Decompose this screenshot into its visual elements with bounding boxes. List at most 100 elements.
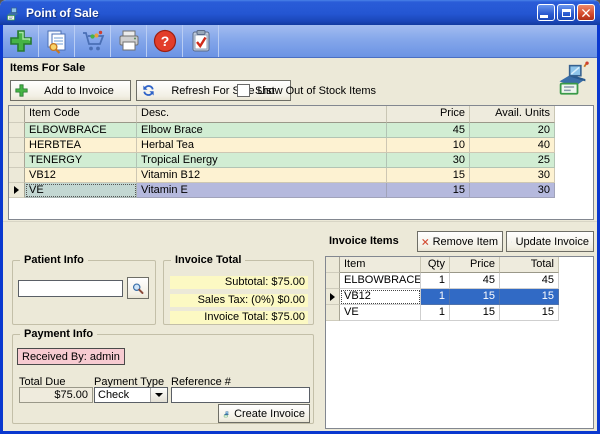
current-row-arrow-icon	[330, 293, 335, 301]
pos-terminal-icon	[554, 60, 592, 99]
table-row-selected[interactable]: VE Vitamin E 15 30	[9, 183, 593, 198]
invoice-total-value: Invoice Total: $75.00	[170, 311, 308, 324]
toolbar-browse-items-button[interactable]	[39, 25, 75, 57]
maximize-icon	[562, 9, 571, 17]
toolbar-help-button[interactable]: ?	[147, 25, 183, 57]
col-qty: Qty	[421, 257, 450, 273]
items-for-sale-table: Item Code Desc. Price Avail. Units ELBOW…	[8, 105, 594, 220]
show-out-of-stock-label: Show Out of Stock Items	[255, 85, 376, 97]
remove-item-label: Remove Item	[433, 236, 498, 248]
create-invoice-label: Create Invoice	[234, 408, 305, 420]
invoice-items-title: Invoice Items	[329, 235, 399, 247]
add-to-invoice-button[interactable]: Add to Invoice	[10, 80, 131, 101]
invoice-items-table: Item Qty Price Total ELBOWBRACE 1 45 45 …	[325, 256, 594, 429]
patient-info-title: Patient Info	[20, 254, 88, 266]
cell-item-code: TENERGY	[25, 153, 137, 168]
minimize-button[interactable]	[537, 4, 555, 21]
table-row[interactable]: TENERGY Tropical Energy 30 25	[9, 153, 593, 168]
shopping-cart-icon	[80, 28, 106, 54]
payment-type-value: Check	[95, 388, 150, 402]
header-selector-cell	[9, 106, 25, 123]
total-due-field: $75.00	[19, 387, 93, 403]
cell-desc: Herbal Tea	[137, 138, 387, 153]
cell-desc: Elbow Brace	[137, 123, 387, 138]
add-icon	[8, 28, 34, 54]
table-row[interactable]: ELBOWBRACE Elbow Brace 45 20	[9, 123, 593, 138]
invoice-total-title: Invoice Total	[171, 254, 245, 266]
cell-item: ELBOWBRACE	[340, 273, 421, 289]
help-icon: ?	[152, 28, 178, 54]
patient-search-button[interactable]	[127, 277, 149, 299]
col-desc: Desc.	[137, 106, 387, 123]
cell-price: 15	[450, 289, 500, 305]
header-selector-cell	[326, 257, 340, 273]
remove-item-button[interactable]: Remove Item	[417, 231, 503, 252]
cell-qty: 1	[421, 273, 450, 289]
toolbar-add-button[interactable]	[3, 25, 39, 57]
update-invoice-label: Update Invoice	[516, 236, 589, 248]
update-invoice-button[interactable]: Update Invoice	[506, 231, 594, 252]
cell-units: 30	[470, 168, 555, 183]
row-selector	[9, 138, 25, 153]
received-by-badge: Received By: admin	[17, 348, 125, 365]
cell-item-code: ELBOWBRACE	[25, 123, 137, 138]
row-selector	[9, 153, 25, 168]
cell-item-code: VE	[25, 183, 137, 198]
payment-type-select[interactable]: Check	[94, 387, 168, 403]
maximize-button[interactable]	[557, 4, 575, 21]
items-table-header: Item Code Desc. Price Avail. Units	[9, 106, 593, 123]
add-to-invoice-label: Add to Invoice	[32, 85, 126, 97]
row-selector	[9, 183, 25, 198]
window-controls	[537, 4, 595, 21]
pos-terminal-icon	[223, 407, 230, 421]
clipboard-check-icon	[188, 28, 214, 54]
title-bar: Point of Sale	[0, 0, 600, 25]
reference-input[interactable]	[171, 387, 310, 403]
invoice-row[interactable]: VE 1 15 15	[326, 305, 593, 321]
cell-total: 15	[500, 305, 559, 321]
cell-item-code: HERBTEA	[25, 138, 137, 153]
col-price: Price	[450, 257, 500, 273]
col-avail-units: Avail. Units	[470, 106, 555, 123]
table-row[interactable]: HERBTEA Herbal Tea 10 40	[9, 138, 593, 153]
cell-units: 40	[470, 138, 555, 153]
cell-total: 45	[500, 273, 559, 289]
invoice-row[interactable]: ELBOWBRACE 1 45 45	[326, 273, 593, 289]
close-button[interactable]	[577, 4, 595, 21]
row-selector	[9, 168, 25, 183]
patient-search-input[interactable]	[18, 280, 123, 297]
create-invoice-button[interactable]: Create Invoice	[218, 404, 310, 423]
row-selector	[326, 273, 340, 289]
cell-item-code: VB12	[25, 168, 137, 183]
chevron-down-icon	[155, 393, 163, 397]
toolbar-tasks-button[interactable]	[183, 25, 219, 57]
col-total: Total	[500, 257, 559, 273]
toolbar-cart-button[interactable]	[75, 25, 111, 57]
printer-icon	[116, 28, 142, 54]
app-icon	[5, 5, 21, 21]
cell-price: 15	[387, 168, 470, 183]
invoice-row-selected[interactable]: VB12 1 15 15	[326, 289, 593, 305]
cell-desc: Vitamin B12	[137, 168, 387, 183]
cell-total: 15	[500, 289, 559, 305]
cell-price: 45	[450, 273, 500, 289]
patient-info-group: Patient Info	[12, 260, 156, 325]
cell-price: 30	[387, 153, 470, 168]
window-border-left	[0, 25, 3, 434]
col-item: Item	[340, 257, 421, 273]
cell-price: 10	[387, 138, 470, 153]
table-row[interactable]: VB12 Vitamin B12 15 30	[9, 168, 593, 183]
payment-type-dropdown-button	[150, 388, 167, 402]
cell-units: 25	[470, 153, 555, 168]
cell-qty: 1	[421, 305, 450, 321]
payment-info-group: Payment Info Received By: admin Total Du…	[12, 334, 314, 424]
current-row-arrow-icon	[14, 186, 19, 194]
browse-documents-icon	[44, 28, 70, 54]
show-out-of-stock-checkbox[interactable]	[237, 84, 250, 97]
minimize-icon	[540, 15, 548, 18]
cell-desc: Vitamin E	[137, 183, 387, 198]
refresh-icon	[511, 235, 512, 249]
toolbar-print-button[interactable]	[111, 25, 147, 57]
row-selector	[326, 305, 340, 321]
window-title: Point of Sale	[26, 6, 537, 20]
